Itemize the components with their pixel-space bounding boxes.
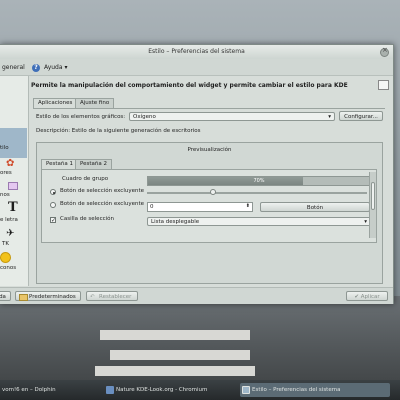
taskbar-item-label: vom!6 en – Dolphin [2, 387, 56, 393]
style-label: Estilo de los elementos gráficos: [36, 114, 126, 120]
sidebar: tilo ✿ ores nos T e letra ✈ TK conos [0, 76, 29, 286]
reset-arrow-icon: ↶ [90, 294, 95, 300]
sidebar-item-label: e letra [0, 217, 18, 223]
help-icon: ? [32, 64, 40, 72]
bottom-button-bar: da Predeterminados ↶ Restablecer ✔ Aplic… [0, 287, 393, 304]
spinbox-value: 0 [150, 204, 154, 210]
style-combobox[interactable]: Oxígeno ▾ [129, 112, 335, 121]
taskbar-item-label: Estilo – Preferencias del sistema [252, 387, 341, 393]
overview-button[interactable]: general [2, 64, 25, 71]
sidebar-item-icons-themes[interactable]: nos [0, 180, 27, 202]
theme-icon [8, 182, 18, 190]
apply-button[interactable]: ✔ Aplicar [346, 291, 388, 301]
help-button[interactable]: da [0, 291, 11, 301]
preview-button[interactable]: Botón [260, 202, 370, 212]
system-settings-window: Estilo – Preferencias del sistema genera… [0, 44, 394, 304]
sidebar-item-style[interactable]: tilo [0, 132, 27, 156]
reset-button[interactable]: ↶ Restablecer [86, 291, 138, 301]
taskbar: vom!6 en – Dolphin Nature KDE-Look.org -… [0, 380, 400, 400]
checkbox[interactable]: ✓ [50, 217, 56, 224]
help-menu-button[interactable]: Ayuda ▾ [44, 64, 67, 71]
tab-applications[interactable]: Aplicaciones [33, 98, 78, 108]
configure-button[interactable]: Configurar... [339, 111, 383, 121]
groupbox-label: Cuadro de grupo [62, 176, 109, 182]
dropdown-label: Lista desplegable [151, 219, 200, 225]
chromium-icon [106, 386, 114, 394]
progress-bar: 70% [147, 176, 371, 186]
preview-tab-2[interactable]: Pestaña 2 [75, 159, 113, 169]
module-description: Permite la manipulación del comportamien… [31, 82, 348, 89]
vertical-scrollbar[interactable] [369, 172, 376, 238]
font-icon: T [8, 200, 18, 215]
preview-group: Previsualización Pestaña 1 Pestaña 2 Cua… [36, 142, 383, 284]
gtk-icon: ✈ [6, 228, 15, 239]
radio-button-2-label: Botón de selección excluyente [60, 201, 145, 207]
tab-fine-tuning[interactable]: Ajuste fino [75, 98, 115, 108]
sidebar-item-label: TK [2, 241, 9, 247]
radio-button-1[interactable] [50, 189, 56, 195]
spin-arrows-icon[interactable]: ⬍ [246, 202, 250, 211]
close-icon[interactable] [380, 46, 389, 57]
slider-track[interactable] [147, 192, 367, 194]
sidebar-item-label: tilo [0, 145, 9, 151]
taskbar-item-chromium[interactable]: Nature KDE-Look.org - Chromium [104, 383, 234, 397]
progress-text: 70% [253, 178, 265, 184]
sidebar-item-gtk[interactable]: ✈ TK [0, 228, 27, 252]
spinbox[interactable]: 0 ⬍ [147, 202, 253, 212]
help-label: Ayuda [44, 64, 63, 71]
checkbox-label: Casilla de selección [60, 216, 114, 222]
reset-label: Restablecer [99, 294, 132, 300]
apply-label: Aplicar [360, 294, 380, 300]
taskbar-item-label: Nature KDE-Look.org - Chromium [116, 387, 208, 393]
settings-icon [242, 386, 250, 394]
note-icon [378, 80, 389, 90]
radio-button-2[interactable] [50, 202, 56, 208]
road-stripe [100, 330, 250, 340]
apply-check-icon: ✔ [354, 294, 359, 300]
smiley-icon [0, 252, 11, 263]
style-description: Descripción: Estilo de la siguiente gene… [36, 128, 201, 134]
radio-button-1-label: Botón de selección excluyente [60, 188, 145, 194]
defaults-button[interactable]: Predeterminados [15, 291, 81, 301]
sidebar-item-label: ores [0, 170, 12, 176]
slider-handle[interactable] [210, 189, 216, 195]
sidebar-item-colors[interactable]: ✿ ores [0, 158, 27, 180]
style-value: Oxígeno [133, 114, 156, 120]
main-panel: Permite la manipulación del comportamien… [31, 76, 389, 286]
preview-title: Previsualización [187, 147, 232, 153]
toolbar: general Ayuda ▾ [0, 59, 393, 76]
preview-tab-content: Cuadro de grupo Botón de selección exclu… [41, 169, 377, 243]
sidebar-item-fonts[interactable]: T e letra [0, 200, 27, 228]
main-tabbar: Aplicaciones Ajuste fino [33, 97, 385, 109]
road-stripe [95, 366, 255, 376]
dropdown-list[interactable]: Lista desplegable ▾ [147, 217, 371, 226]
sidebar-item-emoticons[interactable]: conos [0, 252, 27, 276]
taskbar-item-system-settings[interactable]: Estilo – Preferencias del sistema [240, 383, 390, 397]
preview-tab-1[interactable]: Pestaña 1 [41, 159, 79, 169]
window-titlebar[interactable]: Estilo – Preferencias del sistema [0, 45, 393, 59]
sidebar-item-label: conos [0, 265, 17, 271]
taskbar-item-dolphin[interactable]: vom!6 en – Dolphin [0, 383, 80, 397]
road-stripe [110, 350, 250, 360]
chevron-down-icon: ▾ [64, 64, 68, 71]
defaults-label: Predeterminados [29, 294, 76, 300]
folder-icon [19, 294, 28, 301]
window-title: Estilo – Preferencias del sistema [148, 48, 245, 55]
chevron-down-icon: ▾ [364, 219, 367, 225]
sidebar-item-label: nos [0, 192, 10, 198]
scrollbar-thumb[interactable] [371, 182, 375, 210]
palette-icon: ✿ [6, 158, 15, 169]
chevron-down-icon: ▾ [328, 114, 331, 120]
